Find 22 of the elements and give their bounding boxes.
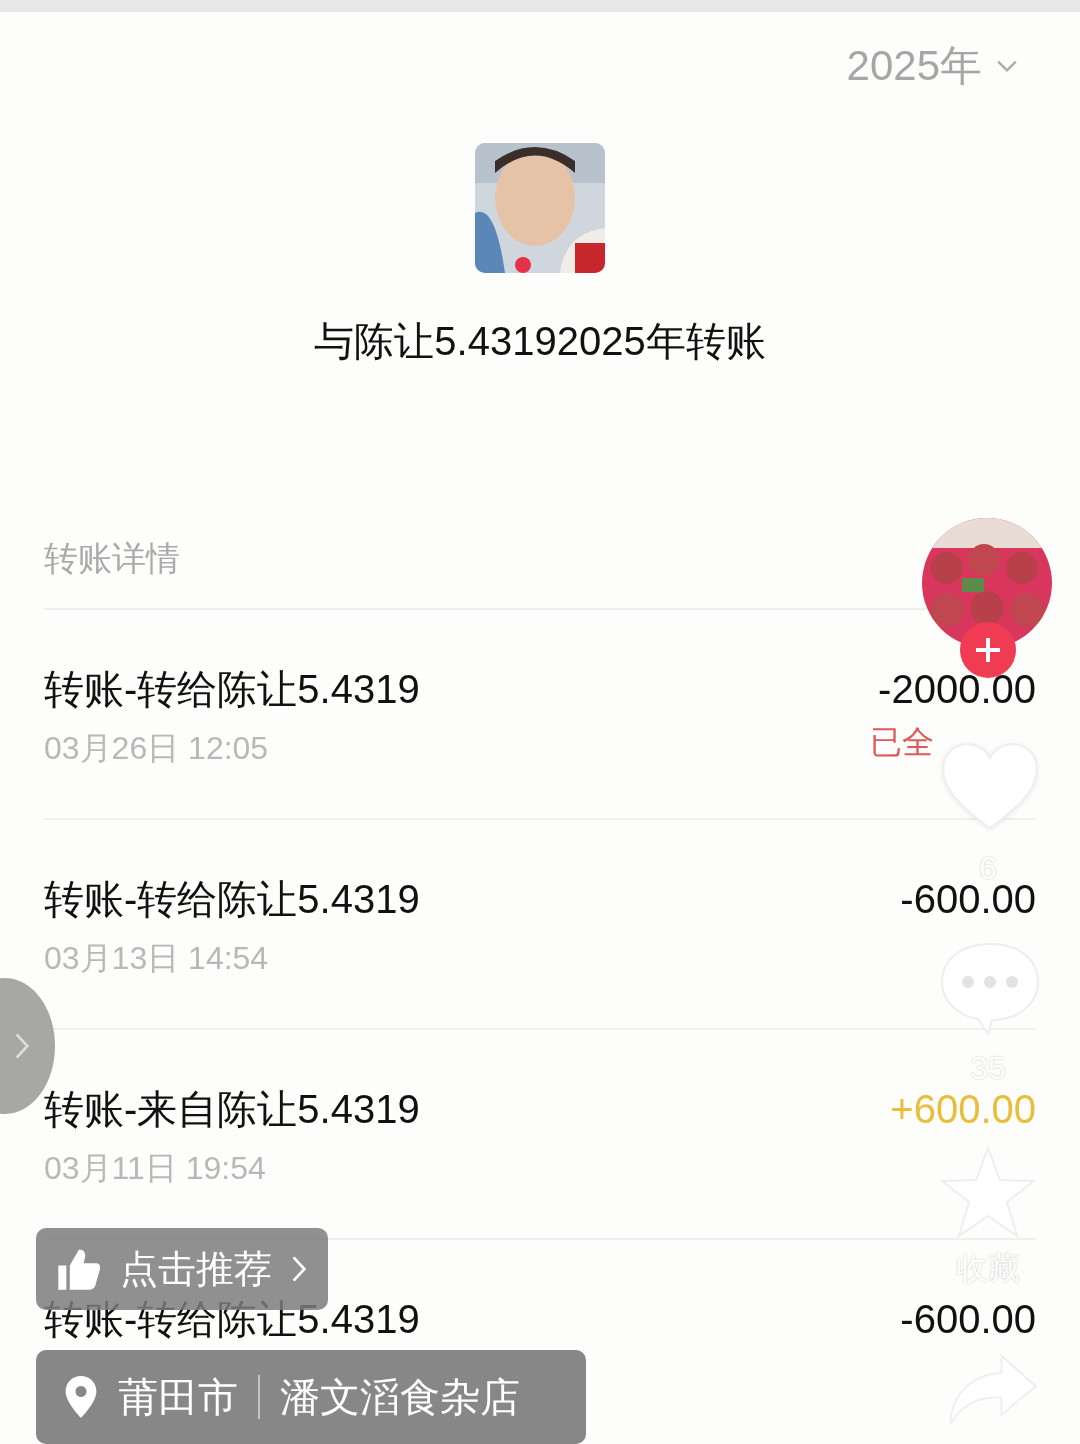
refund-status: 已全	[870, 724, 934, 760]
transaction-time: 03月13日 14:54	[44, 939, 270, 978]
transaction-title: 转账-转给陈让5.4319	[44, 666, 420, 713]
transaction-time: 03月26日 12:05	[44, 729, 270, 768]
section-title: 转账详情	[44, 538, 181, 579]
transaction-title: 转账-转给陈让5.4319	[44, 876, 420, 923]
comment-icon[interactable]	[940, 940, 1040, 1036]
chevron-right-icon	[13, 1031, 31, 1061]
transaction-amount: +600.00	[890, 1086, 1036, 1133]
page-title: 与陈让5.43192025年转账	[313, 318, 767, 365]
chevron-down-icon	[996, 59, 1018, 73]
transaction-amount: -600.00	[900, 877, 1036, 923]
location-tag[interactable]: 莆田市 潘文滔食杂店	[36, 1350, 586, 1444]
transaction-amount: -2000.00	[878, 666, 1036, 713]
transaction-title: 转账-来自陈让5.4319	[44, 1086, 420, 1133]
chevron-right-icon	[290, 1254, 308, 1284]
year-selector[interactable]: 2025年	[846, 38, 1018, 94]
recommend-button[interactable]: 点击推荐	[36, 1228, 328, 1310]
location-pin-icon	[64, 1375, 98, 1419]
transaction-time: 03月11日 19:54	[44, 1149, 267, 1188]
heart-icon[interactable]	[940, 740, 1040, 830]
transaction-amount: -600.00	[900, 1296, 1036, 1343]
